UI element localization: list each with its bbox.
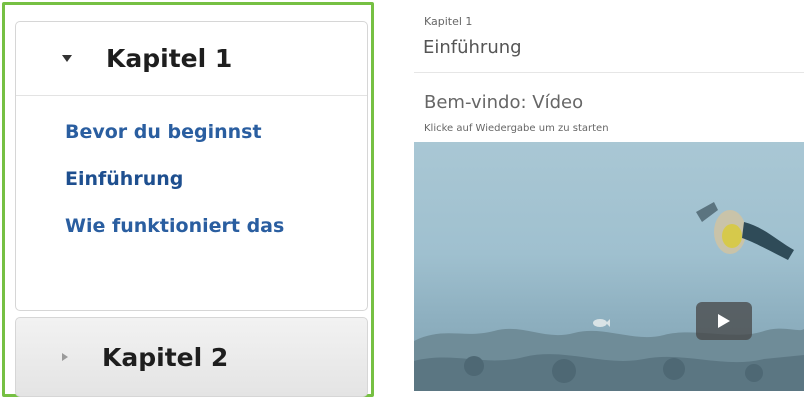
play-hint: Klicke auf Wiedergabe um zu starten [424, 123, 609, 134]
chapter-2-title: Kapitel 2 [102, 342, 229, 372]
chapter-2-header[interactable]: Kapitel 2 [15, 317, 368, 397]
lesson-link-bevor-du-beginnst[interactable]: Bevor du beginnst [65, 118, 367, 146]
chapter-1-panel: Kapitel 1 Bevor du beginnst Einführung W… [15, 21, 368, 311]
chapter-1-title: Kapitel 1 [106, 44, 233, 73]
lesson-content: Kapitel 1 Einführung Bem-vindo: Vídeo Kl… [414, 0, 804, 391]
lesson-link-wie-funktioniert-das[interactable]: Wie funktioniert das [65, 212, 367, 240]
chapter-1-header[interactable]: Kapitel 1 [16, 22, 367, 96]
chapter-1-lessons: Bevor du beginnst Einführung Wie funktio… [16, 96, 367, 240]
breadcrumb: Kapitel 1 [424, 15, 473, 28]
section-title: Bem-vindo: Vídeo [424, 92, 584, 113]
divider [414, 72, 804, 73]
play-button[interactable] [696, 302, 752, 340]
play-icon [718, 314, 730, 328]
caret-down-icon[interactable] [62, 55, 72, 62]
caret-right-icon[interactable] [62, 353, 68, 361]
video-player[interactable] [414, 142, 804, 391]
diver-image [696, 202, 794, 260]
course-navigation: Kapitel 1 Bevor du beginnst Einführung W… [2, 2, 374, 397]
page-title: Einführung [423, 37, 522, 58]
lesson-link-einfuehrung[interactable]: Einführung [65, 165, 367, 193]
fish-icon [593, 319, 610, 327]
